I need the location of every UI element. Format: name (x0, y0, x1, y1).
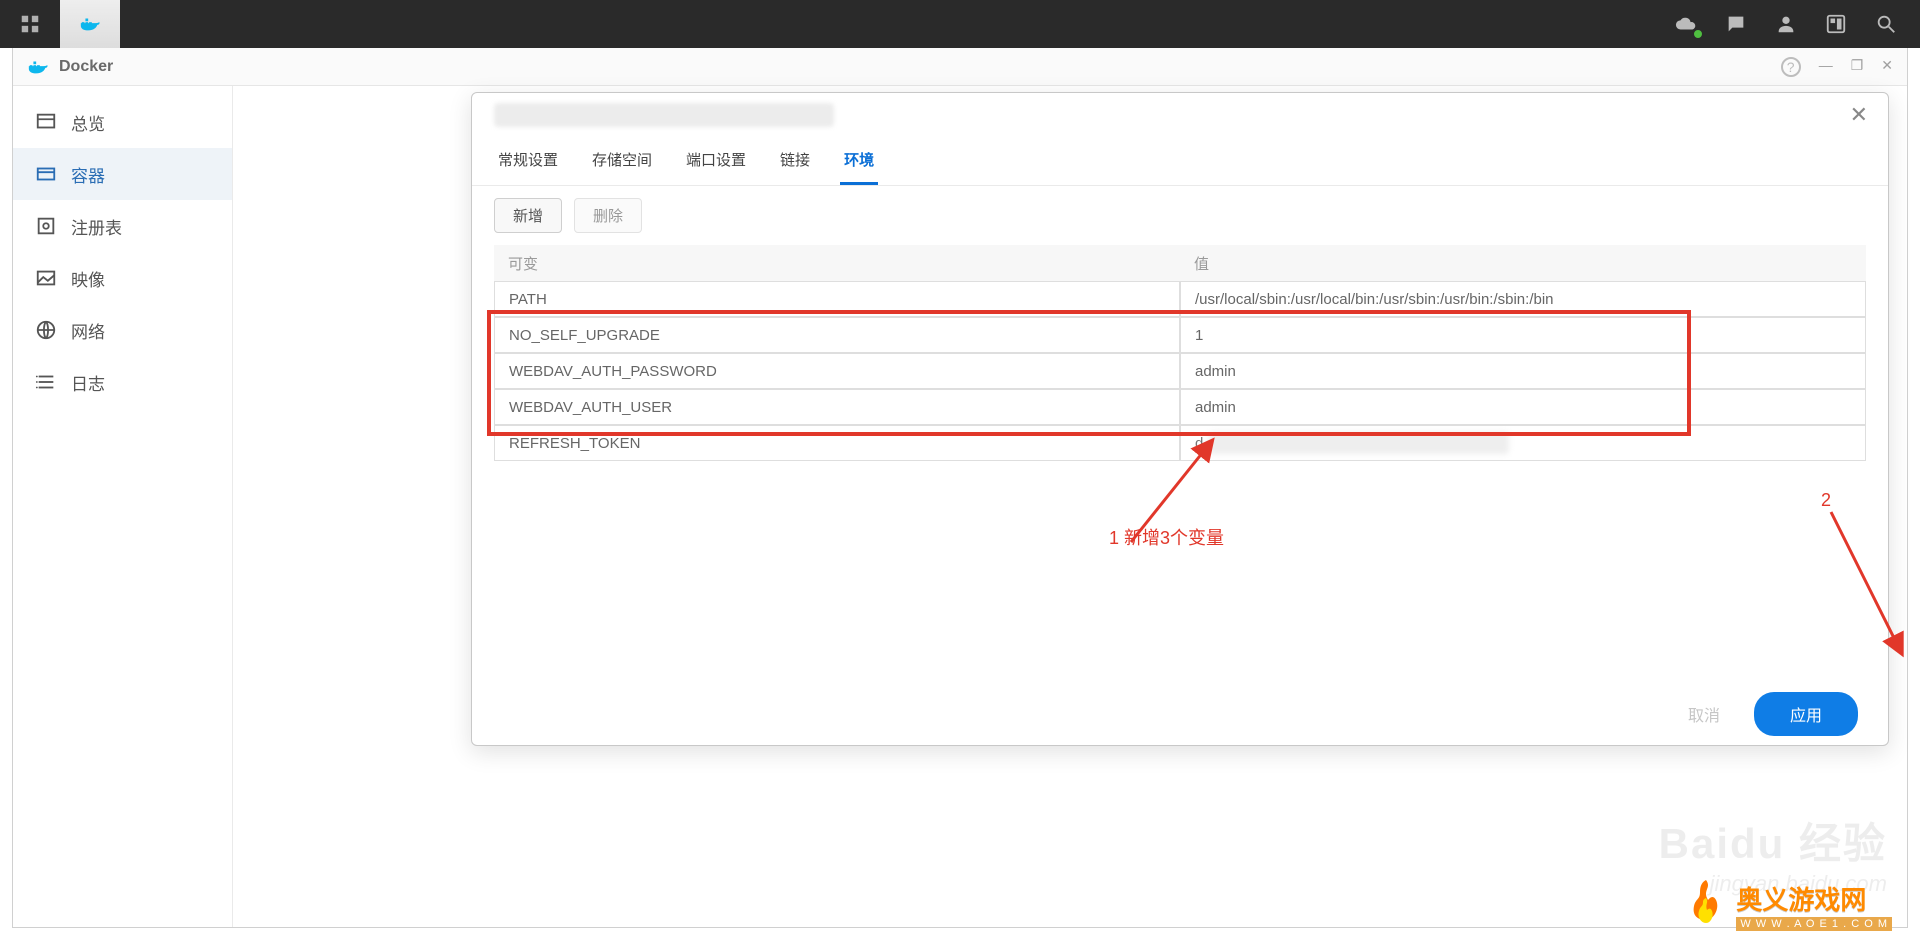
col-variable: 可变 (494, 245, 1180, 281)
sidebar-item-overview[interactable]: 总览 (13, 96, 232, 148)
sidebar-item-image[interactable]: 映像 (13, 252, 232, 304)
docker-content: ✕ 常规设置 存储空间 端口设置 链接 环境 新增 删除 (233, 86, 1907, 927)
annotation-step2-label: 2 (1821, 490, 1831, 511)
docker-titlebar: Docker ? — ❐ ✕ (13, 48, 1907, 86)
sidebar-label: 网络 (71, 318, 105, 343)
col-value: 值 (1180, 245, 1866, 281)
modal-close-button[interactable]: ✕ (1846, 98, 1872, 132)
modal-header: ✕ (472, 93, 1888, 137)
apply-button[interactable]: 应用 (1754, 692, 1858, 736)
site-url: W W W . A O E 1 . C O M (1736, 917, 1892, 931)
site-watermark: 奥义游戏网 W W W . A O E 1 . C O M (1686, 878, 1892, 932)
modal-footer: 取消 应用 (472, 681, 1888, 745)
sidebar-label: 映像 (71, 266, 105, 291)
cloud-status-button[interactable] (1664, 0, 1708, 48)
dashboard-button[interactable] (1814, 0, 1858, 48)
tab-ports[interactable]: 端口设置 (682, 139, 750, 185)
tab-links[interactable]: 链接 (776, 139, 814, 185)
env-row[interactable]: NO_SELF_UPGRADE 1 (494, 317, 1866, 353)
registry-icon (35, 215, 57, 237)
site-name: 奥义游戏网 (1736, 880, 1892, 917)
overview-icon (35, 111, 57, 133)
docker-app-button[interactable] (60, 0, 120, 48)
env-value[interactable]: admin (1180, 353, 1866, 389)
container-settings-modal: ✕ 常规设置 存储空间 端口设置 链接 环境 新增 删除 (471, 92, 1889, 746)
minimize-button[interactable]: — (1819, 57, 1833, 77)
docker-whale-icon (79, 13, 101, 35)
env-row[interactable]: WEBDAV_AUTH_USER admin (494, 389, 1866, 425)
dashboard-icon (1825, 13, 1847, 35)
env-name[interactable]: NO_SELF_UPGRADE (494, 317, 1180, 353)
search-button[interactable] (1864, 0, 1908, 48)
sidebar-label: 容器 (71, 162, 105, 187)
sidebar-label: 日志 (71, 370, 105, 395)
close-window-button[interactable]: ✕ (1881, 57, 1893, 77)
log-icon (35, 371, 57, 393)
tab-storage[interactable]: 存储空间 (588, 139, 656, 185)
status-ok-dot (1692, 28, 1704, 40)
sidebar-item-registry[interactable]: 注册表 (13, 200, 232, 252)
sidebar-item-container[interactable]: 容器 (13, 148, 232, 200)
env-table: 可变 值 PATH /usr/local/sbin:/usr/local/bin… (472, 245, 1888, 461)
env-name[interactable]: WEBDAV_AUTH_USER (494, 389, 1180, 425)
help-button[interactable]: ? (1781, 57, 1801, 77)
delete-env-button[interactable]: 删除 (574, 198, 642, 233)
env-table-head: 可变 值 (494, 245, 1866, 281)
sidebar-label: 总览 (71, 110, 105, 135)
apps-grid-icon (19, 13, 41, 35)
cancel-button[interactable]: 取消 (1670, 694, 1738, 734)
tab-environment[interactable]: 环境 (840, 139, 878, 185)
system-topbar (0, 0, 1920, 48)
image-icon (35, 267, 57, 289)
network-icon (35, 319, 57, 341)
docker-window: Docker ? — ❐ ✕ 总览 容器 (12, 48, 1908, 928)
search-icon (1875, 13, 1897, 35)
annotation-step1-label: 1 新增3个变量 (1109, 524, 1224, 550)
docker-logo-icon (27, 56, 49, 78)
annotation-arrow-2 (1801, 502, 1920, 662)
tab-general[interactable]: 常规设置 (494, 139, 562, 185)
env-row[interactable]: REFRESH_TOKEN d (494, 425, 1866, 461)
env-name[interactable]: REFRESH_TOKEN (494, 425, 1180, 461)
sidebar-item-network[interactable]: 网络 (13, 304, 232, 356)
modal-title-redacted (494, 103, 834, 127)
docker-title: Docker (59, 58, 113, 76)
env-name[interactable]: WEBDAV_AUTH_PASSWORD (494, 353, 1180, 389)
chat-button[interactable] (1714, 0, 1758, 48)
env-row[interactable]: PATH /usr/local/sbin:/usr/local/bin:/usr… (494, 281, 1866, 317)
env-row[interactable]: WEBDAV_AUTH_PASSWORD admin (494, 353, 1866, 389)
sidebar-item-log[interactable]: 日志 (13, 356, 232, 408)
env-name[interactable]: PATH (494, 281, 1180, 317)
add-env-button[interactable]: 新增 (494, 198, 562, 233)
flame-icon (1686, 878, 1726, 932)
chat-icon (1725, 13, 1747, 35)
env-value[interactable]: 1 (1180, 317, 1866, 353)
apps-grid-button[interactable] (0, 0, 60, 48)
docker-sidebar: 总览 容器 注册表 映像 (13, 86, 233, 927)
env-value[interactable]: admin (1180, 389, 1866, 425)
container-icon (35, 163, 57, 185)
modal-tabs: 常规设置 存储空间 端口设置 链接 环境 (472, 139, 1888, 186)
sidebar-label: 注册表 (71, 214, 122, 239)
env-value[interactable]: /usr/local/sbin:/usr/local/bin:/usr/sbin… (1180, 281, 1866, 317)
env-toolbar: 新增 删除 (472, 186, 1888, 245)
user-icon (1775, 13, 1797, 35)
env-value-redacted[interactable]: d (1180, 425, 1866, 461)
restore-button[interactable]: ❐ (1851, 57, 1864, 77)
user-button[interactable] (1764, 0, 1808, 48)
